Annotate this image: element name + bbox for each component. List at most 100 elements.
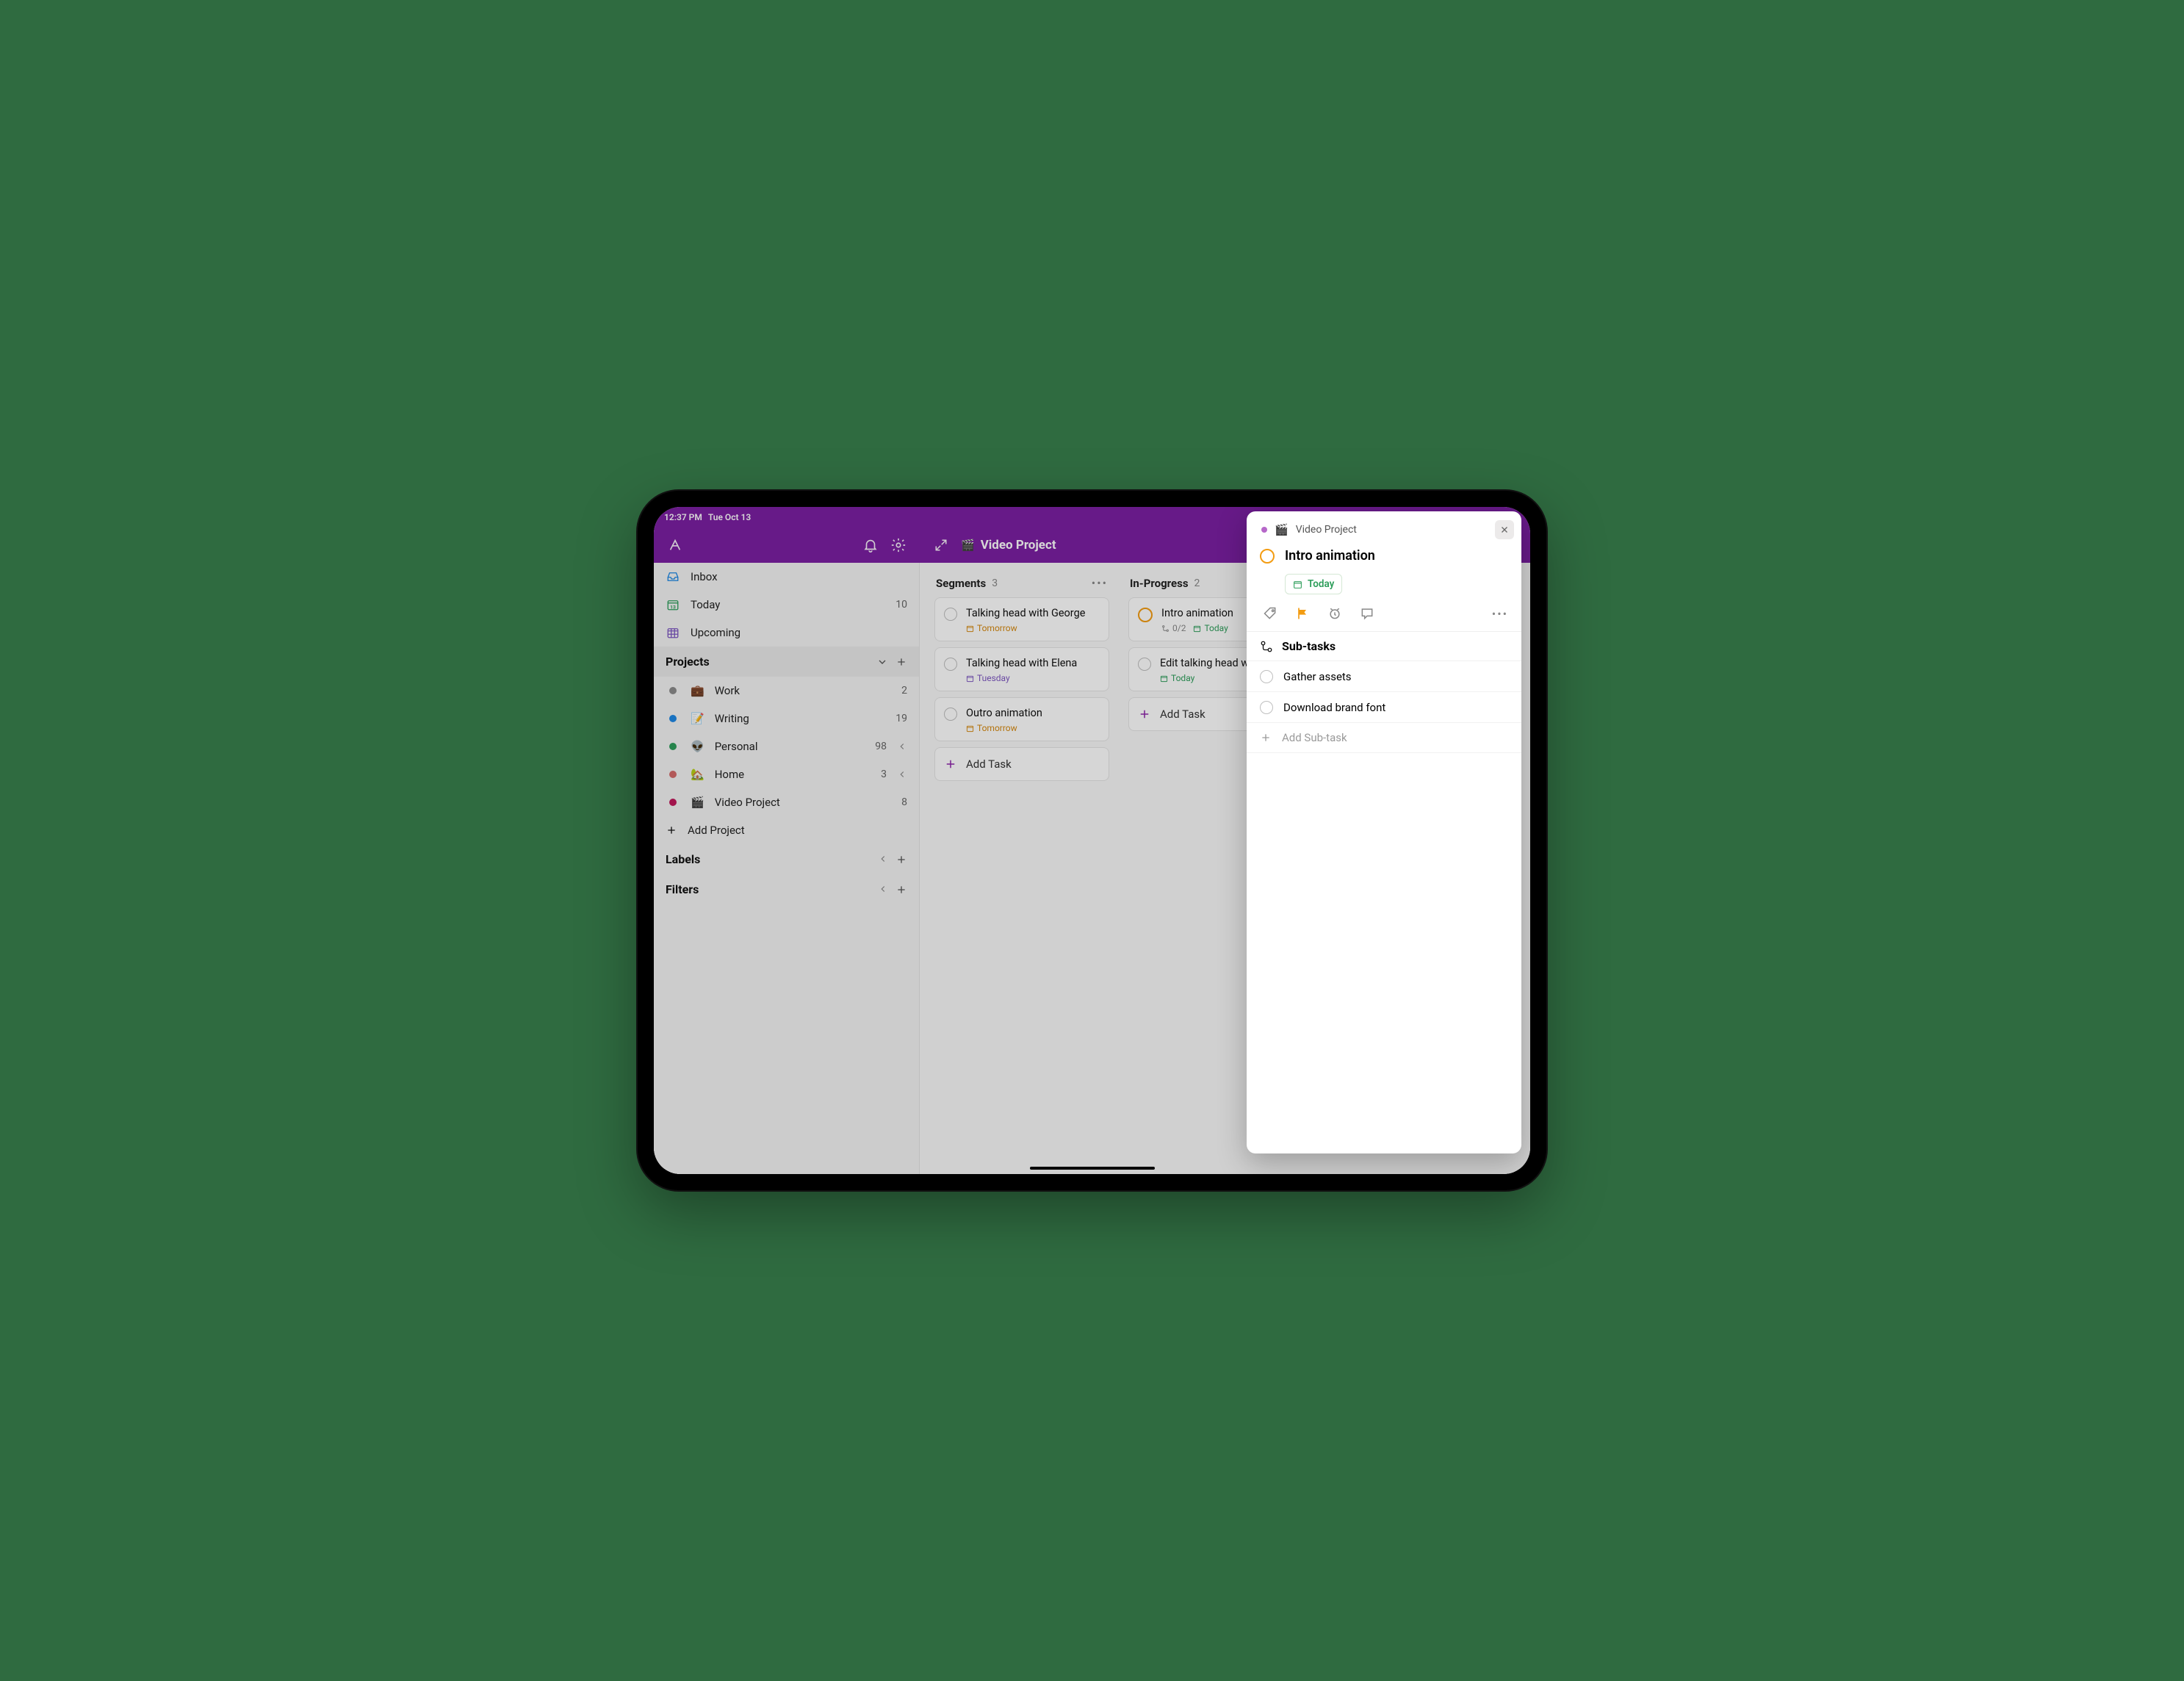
chevron-left-icon[interactable] bbox=[897, 741, 907, 752]
add-subtask[interactable]: Add Sub-task bbox=[1247, 722, 1521, 753]
settings-icon[interactable] bbox=[886, 533, 911, 558]
subtask-row[interactable]: Download brand font bbox=[1247, 691, 1521, 722]
add-icon[interactable] bbox=[895, 656, 907, 668]
labels-label: Labels bbox=[666, 852, 700, 866]
sidebar-item-label: Video Project bbox=[715, 796, 891, 809]
upcoming-icon bbox=[666, 626, 680, 639]
complete-toggle[interactable] bbox=[944, 708, 957, 721]
due-date-label: Today bbox=[1308, 578, 1334, 590]
reminder-icon[interactable] bbox=[1327, 606, 1342, 621]
task-card[interactable]: Outro animation Tomorrow bbox=[934, 697, 1109, 741]
chevron-left-icon[interactable] bbox=[897, 769, 907, 780]
plus-icon bbox=[666, 824, 677, 836]
detail-breadcrumb[interactable]: 🎬 Video Project bbox=[1247, 511, 1521, 542]
more-icon[interactable]: ••• bbox=[1492, 607, 1508, 621]
add-task-button[interactable]: Add Task bbox=[934, 747, 1109, 781]
project-color-dot bbox=[666, 799, 680, 806]
chevron-left-icon[interactable] bbox=[878, 884, 888, 896]
sidebar-item-label: Inbox bbox=[691, 570, 907, 583]
sidebar-item-label: Today bbox=[691, 598, 885, 611]
task-due: Today bbox=[1193, 623, 1228, 633]
complete-toggle[interactable] bbox=[1260, 670, 1273, 683]
due-date-chip[interactable]: Today bbox=[1285, 574, 1342, 594]
svg-text:13: 13 bbox=[670, 604, 676, 610]
project-color-dot bbox=[666, 715, 680, 722]
expand-icon[interactable] bbox=[929, 533, 954, 558]
inbox-icon bbox=[666, 570, 680, 583]
complete-toggle[interactable] bbox=[1138, 608, 1153, 622]
project-emoji: 📝 bbox=[691, 712, 704, 725]
add-project[interactable]: Add Project bbox=[654, 816, 919, 844]
task-title: Talking head with Elena bbox=[966, 657, 1100, 670]
comment-icon[interactable] bbox=[1360, 606, 1374, 621]
sidebar-section-filters[interactable]: Filters bbox=[654, 874, 919, 904]
chevron-left-icon[interactable] bbox=[878, 854, 888, 865]
subtask-title: Download brand font bbox=[1283, 701, 1385, 714]
task-due: Tomorrow bbox=[966, 623, 1017, 633]
close-button[interactable] bbox=[1495, 520, 1514, 539]
sidebar-item-inbox[interactable]: Inbox bbox=[654, 563, 919, 591]
column-count: 2 bbox=[1194, 577, 1200, 589]
tag-icon[interactable] bbox=[1263, 606, 1277, 621]
task-card[interactable]: Talking head with Elena Tuesday bbox=[934, 647, 1109, 691]
subtask-count: 0/2 bbox=[1161, 623, 1186, 633]
project-emoji: 🎬 bbox=[961, 539, 975, 552]
complete-toggle[interactable] bbox=[944, 658, 957, 671]
add-icon[interactable] bbox=[895, 854, 907, 865]
subtasks-header: Sub-tasks bbox=[1247, 631, 1521, 660]
project-emoji: 🎬 bbox=[691, 796, 704, 809]
sidebar-item-label: Work bbox=[715, 684, 891, 697]
page-title: 🎬 Video Project bbox=[961, 538, 1056, 552]
sidebar-item-label: Personal bbox=[715, 740, 865, 753]
sidebar-section-labels[interactable]: Labels bbox=[654, 844, 919, 874]
sidebar-item-today[interactable]: 13 Today 10 bbox=[654, 591, 919, 619]
project-count: 8 bbox=[901, 796, 907, 808]
sidebar-section-projects[interactable]: Projects bbox=[654, 647, 919, 677]
sidebar-item-label: Upcoming bbox=[691, 626, 907, 639]
sidebar-item-project[interactable]: 🏡Home3 bbox=[654, 760, 919, 788]
status-time: 12:37 PM bbox=[664, 512, 702, 522]
subtasks-icon bbox=[1260, 640, 1273, 653]
task-title: Talking head with George bbox=[966, 607, 1100, 620]
complete-toggle[interactable] bbox=[1138, 658, 1151, 671]
column-more-icon[interactable]: ••• bbox=[1092, 576, 1108, 590]
project-name: Video Project bbox=[981, 538, 1056, 552]
today-icon: 13 bbox=[666, 598, 680, 611]
plus-icon bbox=[1260, 732, 1272, 744]
task-card[interactable]: Talking head with George Tomorrow bbox=[934, 597, 1109, 641]
subtask-row[interactable]: Gather assets bbox=[1247, 660, 1521, 691]
project-count: 98 bbox=[875, 741, 887, 752]
task-due: Tomorrow bbox=[966, 723, 1017, 733]
column-name: Segments bbox=[936, 577, 986, 590]
sidebar-item-project[interactable]: 💼 Work 2 bbox=[654, 677, 919, 705]
sidebar-item-upcoming[interactable]: Upcoming bbox=[654, 619, 919, 647]
complete-toggle[interactable] bbox=[1260, 701, 1273, 714]
task-due: Tuesday bbox=[966, 673, 1010, 683]
notifications-icon[interactable] bbox=[858, 533, 883, 558]
project-emoji: 🏡 bbox=[691, 768, 704, 781]
add-icon[interactable] bbox=[895, 884, 907, 896]
sidebar-item-project[interactable]: 📝Writing19 bbox=[654, 705, 919, 732]
add-task-label: Add Task bbox=[1160, 708, 1205, 721]
complete-toggle[interactable] bbox=[1260, 549, 1275, 564]
complete-toggle[interactable] bbox=[944, 608, 957, 621]
column-count: 3 bbox=[992, 577, 998, 589]
task-title: Outro animation bbox=[966, 707, 1100, 720]
project-count: 3 bbox=[881, 768, 887, 780]
sidebar-item-project[interactable]: 🎬 Video Project 8 bbox=[654, 788, 919, 816]
flag-icon[interactable] bbox=[1295, 606, 1310, 621]
project-count: 2 bbox=[901, 685, 907, 696]
project-color-dot bbox=[666, 771, 680, 778]
filters-label: Filters bbox=[666, 882, 699, 896]
project-count: 19 bbox=[895, 713, 907, 724]
sidebar-item-project[interactable]: 👽 Personal 98 bbox=[654, 732, 919, 760]
home-icon[interactable] bbox=[663, 533, 688, 558]
task-due: Today bbox=[1160, 673, 1194, 683]
chevron-down-icon[interactable] bbox=[876, 656, 888, 668]
board-column: Segments 3 ••• Talking head with George Tomo… bbox=[934, 576, 1109, 781]
today-count: 10 bbox=[895, 599, 907, 611]
project-emoji: 💼 bbox=[691, 684, 704, 697]
add-subtask-label: Add Sub-task bbox=[1282, 731, 1347, 744]
project-emoji: 👽 bbox=[691, 740, 704, 753]
task-title[interactable]: Intro animation bbox=[1285, 548, 1375, 564]
